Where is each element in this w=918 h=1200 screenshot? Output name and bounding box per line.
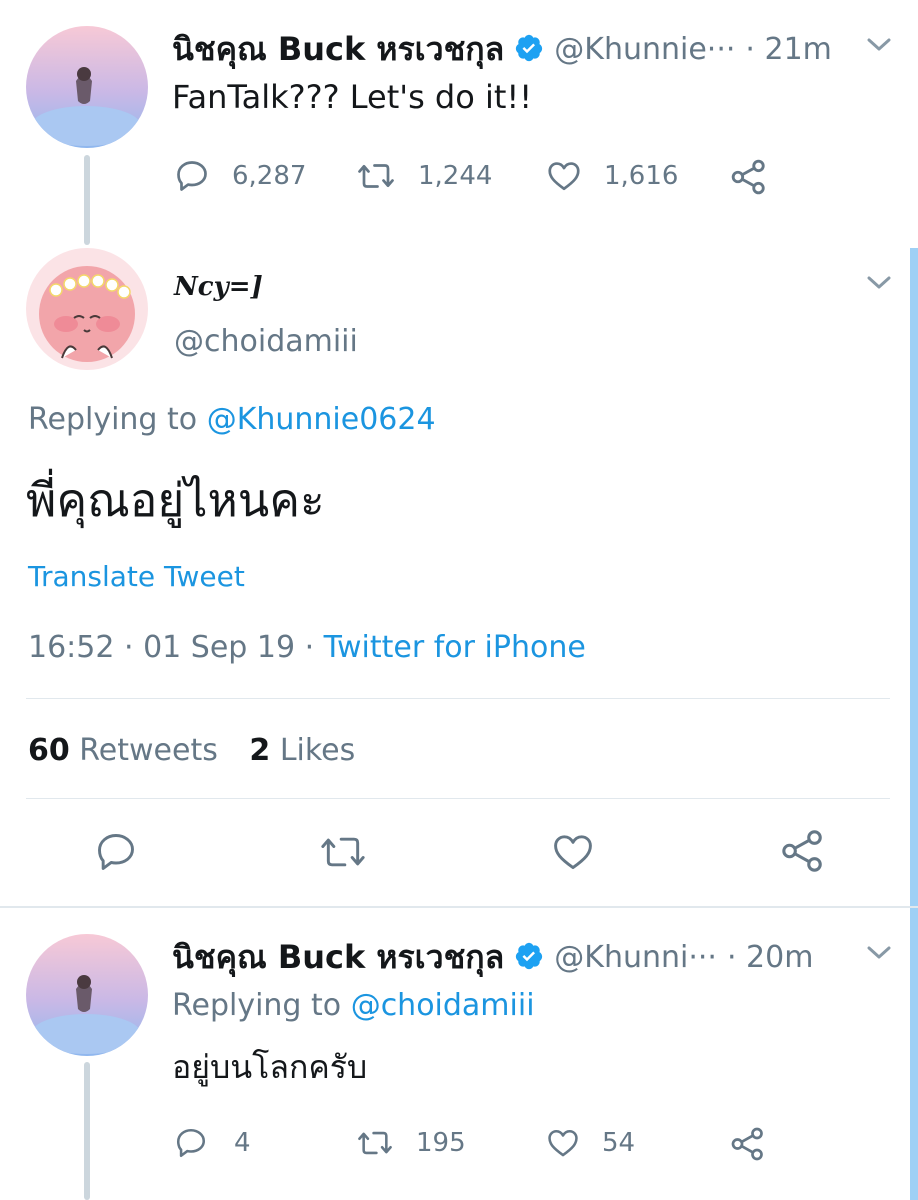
chevron-down-icon[interactable]	[866, 274, 892, 296]
reply-icon	[94, 830, 138, 874]
reply-button[interactable]: 6,287	[174, 158, 306, 194]
share-button[interactable]	[730, 1126, 766, 1162]
share-button[interactable]	[780, 828, 826, 874]
author-handle[interactable]: @choidamiii	[174, 324, 358, 359]
like-button[interactable]: 1,616	[546, 158, 678, 194]
retweet-icon	[356, 158, 396, 194]
scroll-indicator[interactable]	[910, 248, 918, 1200]
avatar[interactable]	[26, 934, 148, 1056]
thread-line	[84, 155, 90, 245]
verified-badge-icon	[514, 33, 544, 67]
like-button[interactable]: 54	[546, 1126, 635, 1160]
share-icon	[730, 1126, 766, 1162]
author-name[interactable]: นิชคุณ Buck หรเวชกุล	[172, 24, 504, 75]
divider	[0, 906, 918, 908]
reply-count: 4	[234, 1128, 251, 1158]
tweet-source-link[interactable]: Twitter for iPhone	[324, 630, 586, 665]
retweet-icon	[318, 830, 368, 874]
share-icon	[730, 158, 768, 196]
tweet-text: อยู่บนโลกครับ	[172, 1048, 368, 1086]
share-button[interactable]	[730, 158, 768, 196]
author-name[interactable]: นิชคุณ Buck หรเวชกุล	[172, 932, 504, 983]
retweet-button[interactable]	[318, 830, 368, 874]
retweet-stat-label: Retweets	[79, 733, 218, 768]
retweet-button[interactable]: 1,244	[356, 158, 492, 194]
tweet-text: FanTalk??? Let's do it!!	[172, 78, 533, 116]
chevron-down-icon[interactable]	[866, 944, 892, 966]
retweet-button[interactable]: 195	[356, 1126, 466, 1160]
heart-icon	[546, 158, 582, 194]
retweet-stat-count: 60	[28, 733, 70, 768]
author-handle[interactable]: @Khunnie···	[554, 32, 735, 67]
retweet-icon	[356, 1126, 394, 1160]
replying-to-link[interactable]: @Khunnie0624	[207, 402, 436, 437]
retweet-count: 1,244	[418, 161, 493, 191]
reply-button[interactable]: 4	[174, 1126, 251, 1160]
replying-to-label: Replying to	[28, 402, 198, 437]
divider	[26, 798, 890, 799]
divider	[26, 698, 890, 699]
like-stat[interactable]: 2 Likes	[249, 733, 355, 768]
like-count: 54	[602, 1128, 636, 1158]
avatar[interactable]	[26, 26, 148, 148]
verified-badge-icon	[514, 941, 544, 975]
avatar[interactable]	[26, 248, 148, 370]
tweet-time[interactable]: · 20m	[727, 940, 813, 975]
timestamp[interactable]: 16:52 · 01 Sep 19 ·	[28, 630, 314, 665]
like-stat-count: 2	[249, 733, 271, 768]
replying-to-label: Replying to	[172, 988, 342, 1023]
chevron-down-icon[interactable]	[866, 36, 892, 58]
retweet-stat[interactable]: 60 Retweets	[28, 733, 227, 768]
tweet-time[interactable]: · 21m	[745, 32, 831, 67]
reply-button[interactable]	[94, 830, 138, 874]
share-icon	[780, 828, 826, 874]
reply-count: 6,287	[232, 161, 307, 191]
author-handle[interactable]: @Khunni···	[554, 940, 717, 975]
retweet-count: 195	[416, 1128, 466, 1158]
replying-to-link[interactable]: @choidamiii	[351, 988, 535, 1023]
thread-line	[84, 1062, 90, 1200]
tweet-text: พี่คุณอยู่ไหนคะ	[26, 473, 325, 527]
reply-icon	[174, 1126, 208, 1160]
heart-icon	[550, 830, 596, 874]
reply-icon	[174, 158, 210, 194]
like-stat-label: Likes	[279, 733, 356, 768]
translate-tweet-link[interactable]: Translate Tweet	[28, 560, 245, 593]
author-name[interactable]: Ncy=]	[174, 272, 263, 302]
like-button[interactable]	[550, 830, 596, 874]
heart-icon	[546, 1126, 580, 1160]
like-count: 1,616	[604, 161, 679, 191]
